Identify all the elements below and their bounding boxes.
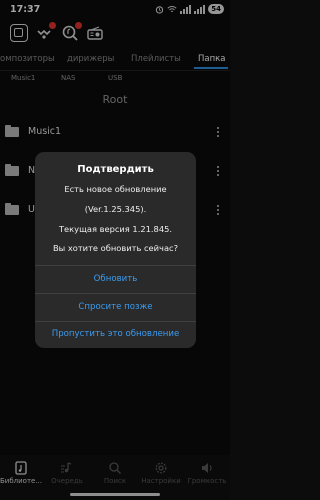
dialog-message-line: (Ver.1.25.345). — [84, 204, 147, 214]
dialog-message-line: Текущая версия 1.21.845. — [58, 224, 173, 234]
skip-update-button[interactable]: Пропустить это обновление — [35, 322, 196, 346]
dialog-message-line: Есть новое обновление — [64, 184, 167, 194]
dialog-title: Подтвердить — [77, 164, 154, 175]
ask-later-button[interactable]: Спросите позже — [35, 295, 196, 319]
dialog-message-line: Вы хотите обновить сейчас? — [52, 243, 178, 253]
divider — [35, 293, 196, 294]
update-button[interactable]: Обновить — [35, 267, 196, 291]
update-dialog: Подтвердить Есть новое обновление (Ver.1… — [35, 152, 196, 348]
divider — [35, 265, 196, 266]
